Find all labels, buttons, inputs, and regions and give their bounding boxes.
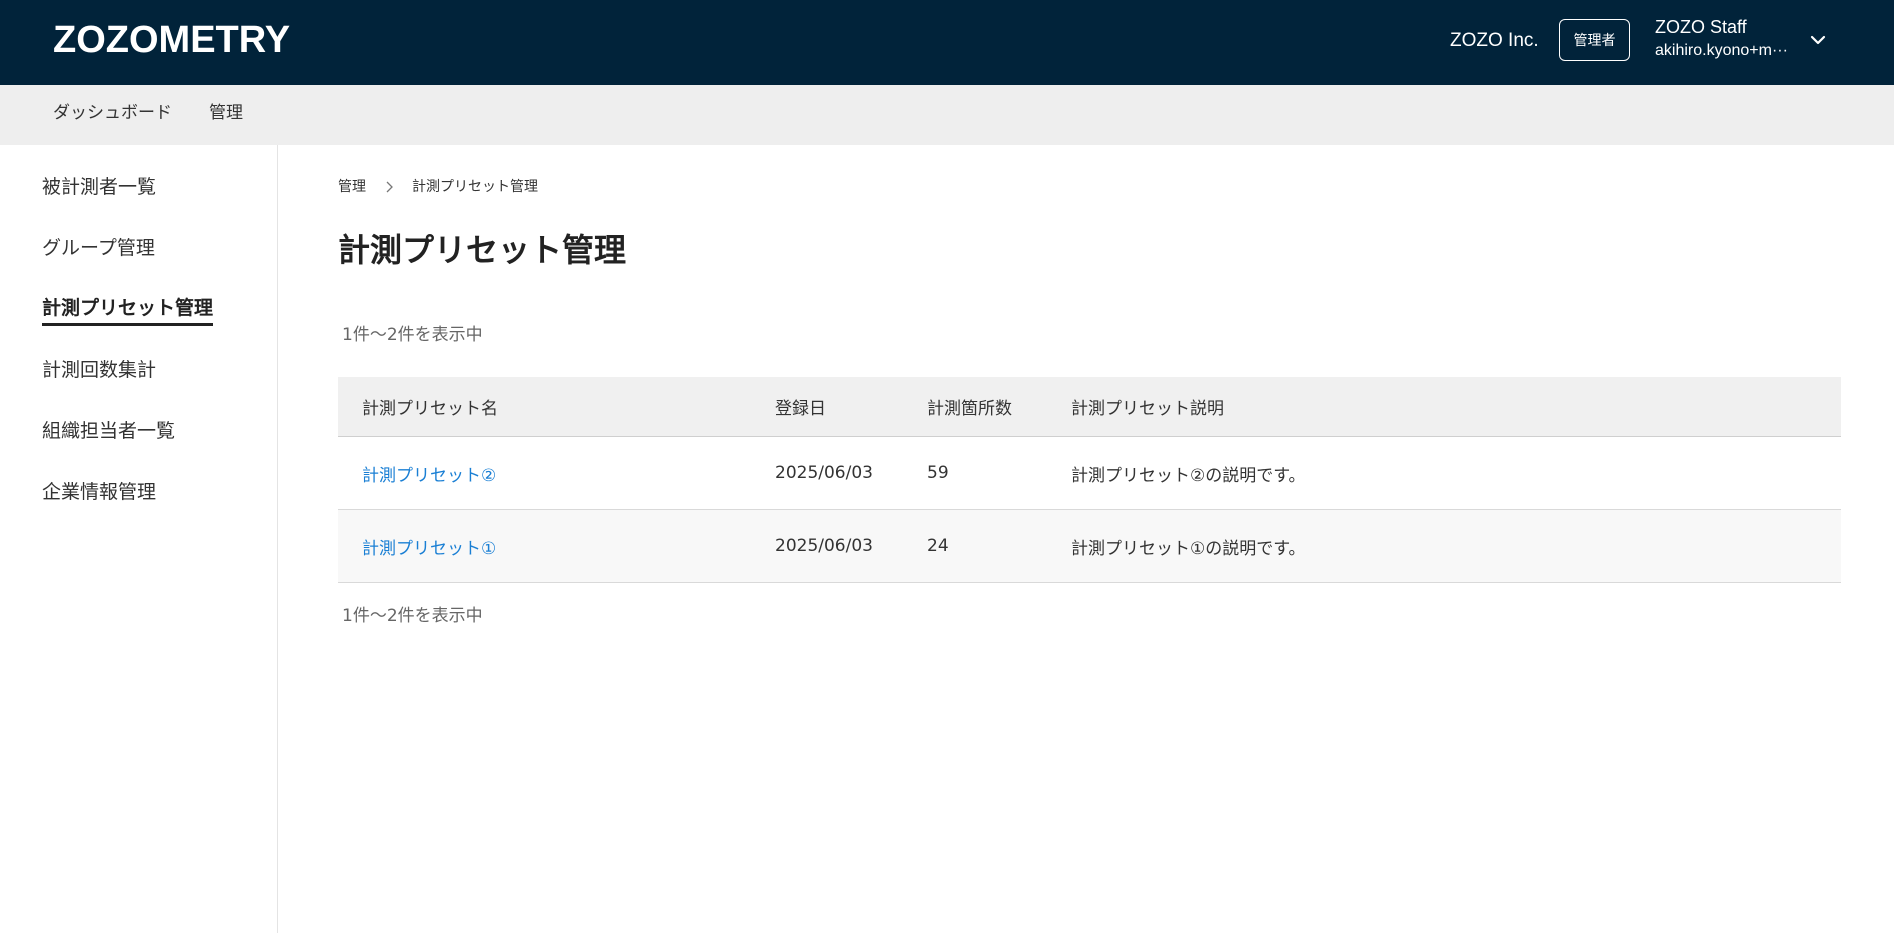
column-header-points: 計測箇所数	[927, 399, 1012, 419]
result-count-top: 1件～2件を表示中	[342, 325, 483, 345]
table-row: 計測プリセット① 2025/06/03 24 計測プリセット①の説明です。	[338, 510, 1841, 583]
preset-points: 24	[927, 536, 949, 556]
user-email[interactable]: akihiro.kyono+m···	[1655, 40, 1800, 62]
table-header: 計測プリセット名 登録日 計測箇所数 計測プリセット説明	[338, 377, 1841, 437]
presets-table: 計測プリセット名 登録日 計測箇所数 計測プリセット説明 計測プリセット② 20…	[338, 377, 1841, 583]
user-name[interactable]: ZOZO Staff	[1655, 15, 1747, 39]
preset-points: 59	[927, 463, 949, 483]
main-content: 管理 計測プリセット管理 計測プリセット管理 1件～2件を表示中 計測プリセット…	[279, 145, 1894, 933]
company-name: ZOZO Inc.	[1450, 30, 1539, 51]
page-title: 計測プリセット管理	[338, 231, 627, 269]
sidebar-item-measurement-presets[interactable]: 計測プリセット管理	[42, 292, 214, 326]
topnav-dashboard[interactable]: ダッシュボード	[53, 85, 172, 145]
sidebar-item-company-info[interactable]: 企業情報管理	[42, 475, 156, 509]
chevron-down-icon[interactable]	[1808, 30, 1828, 50]
column-header-name: 計測プリセット名	[362, 399, 498, 419]
preset-description: 計測プリセット①の説明です。	[1071, 538, 1306, 559]
topnav-admin[interactable]: 管理	[209, 85, 243, 145]
top-navigation: ダッシュボード 管理	[0, 85, 1894, 145]
role-badge: 管理者	[1559, 19, 1630, 61]
breadcrumb-admin[interactable]: 管理	[338, 175, 366, 199]
sidebar-item-groups[interactable]: グループ管理	[42, 231, 155, 265]
column-header-description: 計測プリセット説明	[1071, 399, 1224, 419]
column-header-date: 登録日	[775, 399, 826, 419]
app-logo[interactable]: ZOZOMETRY	[53, 18, 290, 62]
preset-description: 計測プリセット②の説明です。	[1071, 465, 1306, 486]
result-count-bottom: 1件～2件を表示中	[342, 606, 483, 626]
app-header: ZOZOMETRY ZOZO Inc. 管理者 ZOZO Staff akihi…	[0, 0, 1894, 85]
sidebar-item-subjects[interactable]: 被計測者一覧	[42, 170, 156, 204]
preset-name-link[interactable]: 計測プリセット①	[362, 510, 496, 582]
sidebar-item-measurement-counts[interactable]: 計測回数集計	[42, 353, 156, 387]
preset-date: 2025/06/03	[775, 536, 873, 556]
preset-name-link[interactable]: 計測プリセット②	[362, 437, 496, 509]
table-row: 計測プリセット② 2025/06/03 59 計測プリセット②の説明です。	[338, 437, 1841, 510]
sidebar-item-org-staff[interactable]: 組織担当者一覧	[42, 414, 175, 448]
sidebar: 被計測者一覧 グループ管理 計測プリセット管理 計測回数集計 組織担当者一覧 企…	[0, 145, 278, 933]
preset-date: 2025/06/03	[775, 463, 873, 483]
chevron-right-icon	[386, 181, 393, 193]
breadcrumb: 管理 計測プリセット管理	[338, 175, 538, 199]
breadcrumb-current: 計測プリセット管理	[412, 179, 538, 195]
